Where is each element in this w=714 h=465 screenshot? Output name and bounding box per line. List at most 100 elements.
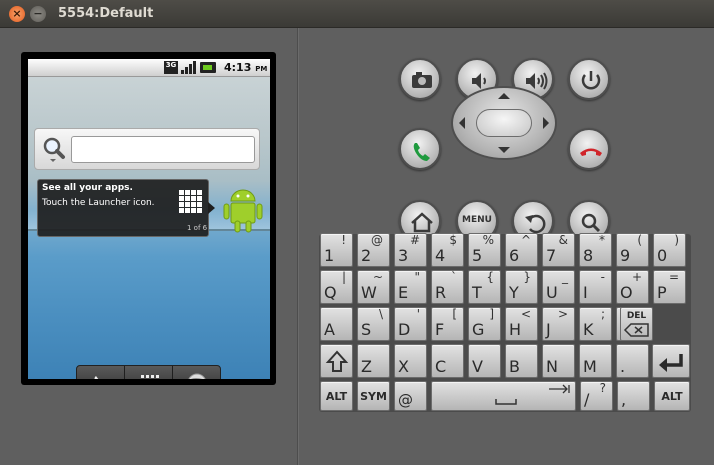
key-sub-label: $ [449, 233, 457, 247]
alt-left-label: ALT [325, 390, 348, 403]
key-sub-label: * [599, 233, 605, 247]
key-e[interactable]: E " [394, 270, 427, 304]
key-7[interactable]: 7 & [542, 233, 575, 267]
camera-button[interactable] [399, 58, 441, 100]
key-b[interactable]: B [505, 344, 538, 378]
key-sub-label: [ [452, 307, 457, 321]
key-enter[interactable] [652, 344, 690, 378]
enter-icon [659, 354, 683, 372]
key-slash[interactable]: / ? [580, 381, 613, 411]
key-main-label: U [546, 283, 558, 302]
search-widget[interactable] [34, 128, 260, 170]
key-alt-right[interactable]: ALT [654, 381, 690, 411]
key-5[interactable]: 5% [468, 233, 501, 267]
key-main-label: M [583, 357, 597, 376]
launcher-tip-bubble[interactable]: See all your apps. Touch the Launcher ic… [37, 179, 215, 237]
search-input[interactable] [71, 136, 255, 163]
end-call-button[interactable] [568, 128, 610, 170]
signal-strength-icon [181, 61, 197, 74]
key-6[interactable]: 6 ^ [505, 233, 538, 267]
key-u[interactable]: U _ [542, 270, 575, 304]
key-x[interactable]: X [394, 344, 427, 378]
call-button[interactable] [399, 128, 441, 170]
alt-right-label: ALT [661, 390, 683, 403]
key-g[interactable]: G] [468, 307, 501, 341]
key-i[interactable]: I- [579, 270, 612, 304]
status-bar[interactable]: 3G 4:13 PM [28, 59, 270, 77]
key-sub-label: + [631, 270, 642, 284]
window-minimize-button[interactable]: − [30, 6, 46, 22]
dock-phone-button[interactable] [77, 366, 125, 379]
key-main-label: Q [324, 283, 337, 302]
key-v[interactable]: V [468, 344, 501, 378]
key-sub-label: _ [562, 270, 568, 284]
key-p[interactable]: P = [653, 270, 686, 304]
key-9[interactable]: 9( [616, 233, 649, 267]
window-titlebar: × − 5554:Default [0, 0, 714, 28]
key-2[interactable]: 2 @ [357, 233, 390, 267]
key-f[interactable]: F[ [431, 307, 464, 341]
key-main-label: 5 [472, 246, 483, 265]
key-main-label: . [620, 357, 626, 376]
key-1[interactable]: 1! [320, 233, 353, 267]
key-r[interactable]: R ` [431, 270, 464, 304]
key-at[interactable]: @ [394, 381, 427, 411]
key-a[interactable]: A [320, 307, 353, 341]
key-sub-label: > [557, 307, 568, 321]
tip-body: Touch the Launcher icon. [42, 198, 155, 208]
tip-title: See all your apps. [42, 183, 133, 193]
key-alt-left[interactable]: ALT [320, 381, 353, 411]
key-main-label: H [509, 320, 522, 339]
device-screen[interactable]: 3G 4:13 PM See all your apps. Touch the … [28, 59, 270, 379]
key-q[interactable]: Q | [320, 270, 353, 304]
key-d[interactable]: D ' [394, 307, 427, 341]
key-3[interactable]: 3 # [394, 233, 427, 267]
key-sub-label: ) [674, 233, 679, 247]
slash-sub-label: ? [599, 381, 606, 395]
key-main-label: 3 [398, 246, 409, 265]
dock-browser-button[interactable] [173, 366, 221, 379]
key-main-label: B [509, 357, 520, 376]
key-main-label: P [657, 283, 667, 302]
key-4[interactable]: 4 $ [431, 233, 464, 267]
key-0[interactable]: 0) [653, 233, 686, 267]
at-label: @ [398, 391, 413, 409]
key-m[interactable]: M [579, 344, 612, 378]
search-icon[interactable] [41, 135, 67, 163]
key-k[interactable]: K; [579, 307, 612, 341]
dpad[interactable] [451, 86, 557, 160]
key-n[interactable]: N [542, 344, 575, 378]
menu-label: MENU [462, 215, 492, 225]
key-h[interactable]: H < [505, 307, 538, 341]
dpad-center-button[interactable] [476, 109, 532, 137]
key-j[interactable]: J > [542, 307, 575, 341]
key-y[interactable]: Y} [505, 270, 538, 304]
key-sub-label: ^ [520, 233, 531, 247]
dock-launcher-button[interactable] [125, 366, 173, 379]
status-clock: 4:13 PM [224, 61, 268, 74]
key-main-label: W [361, 283, 377, 302]
key-shift[interactable] [320, 344, 353, 378]
key-z[interactable]: Z [357, 344, 390, 378]
key-sub-label: ` [451, 270, 457, 284]
power-button[interactable] [568, 58, 610, 100]
key-period[interactable]: . [616, 344, 649, 378]
key-comma[interactable]: , [617, 381, 650, 411]
key-sub-label: & [558, 233, 568, 247]
key-o[interactable]: O + [616, 270, 649, 304]
key-sub-label: = [668, 270, 679, 284]
key-space[interactable] [431, 381, 576, 411]
key-sym[interactable]: SYM [357, 381, 390, 411]
key-s[interactable]: S \ [357, 307, 390, 341]
key-t[interactable]: T{ [468, 270, 501, 304]
key-main-label: I [583, 283, 588, 302]
key-c[interactable]: C [431, 344, 464, 378]
window-close-button[interactable]: × [9, 6, 25, 22]
key-8[interactable]: 8 * [579, 233, 612, 267]
key-main-label: 2 [361, 246, 372, 265]
key-sub-label: ! [341, 233, 346, 247]
space-icon [495, 384, 570, 405]
key-main-label: N [546, 357, 558, 376]
key-w[interactable]: W ~ [357, 270, 390, 304]
key-del[interactable]: DEL [620, 307, 653, 341]
